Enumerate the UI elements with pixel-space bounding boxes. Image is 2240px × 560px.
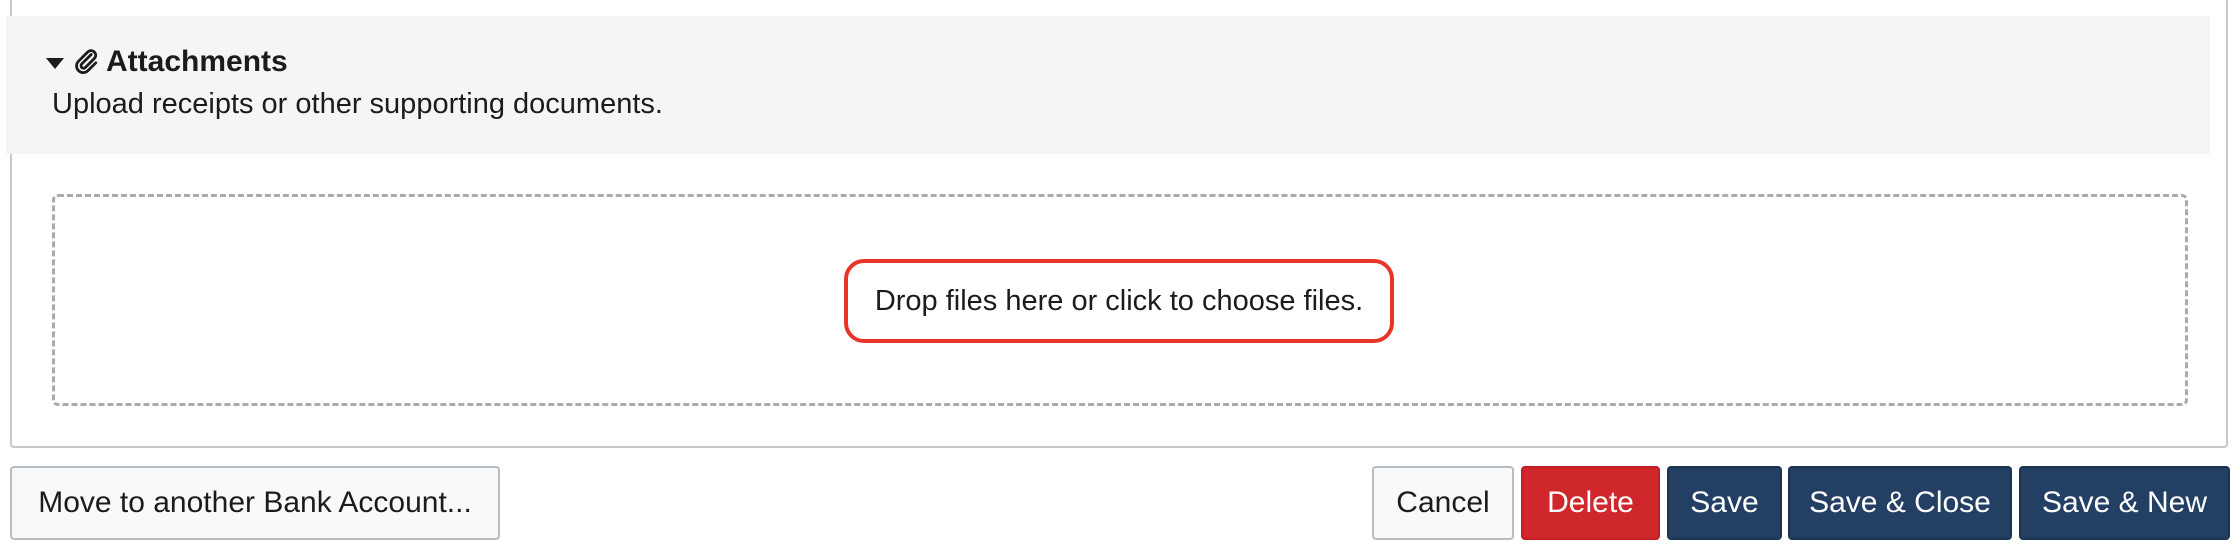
save-button[interactable]: Save <box>1667 466 1782 540</box>
delete-button[interactable]: Delete <box>1521 466 1660 540</box>
attachments-panel-header <box>6 16 2210 154</box>
cancel-button[interactable]: Cancel <box>1372 466 1514 540</box>
caret-down-icon[interactable] <box>46 57 64 69</box>
attachments-title: Attachments <box>106 45 288 78</box>
dropzone-message[interactable]: Drop files here or click to choose files… <box>844 259 1394 343</box>
save-and-new-button[interactable]: Save & New <box>2019 466 2230 540</box>
move-to-bank-account-button[interactable]: Move to another Bank Account... <box>10 466 500 540</box>
attachments-section-header[interactable]: Attachments <box>46 44 288 80</box>
attachments-description: Upload receipts or other supporting docu… <box>52 88 663 120</box>
save-and-close-button[interactable]: Save & Close <box>1788 466 2012 540</box>
paperclip-icon <box>75 49 98 74</box>
